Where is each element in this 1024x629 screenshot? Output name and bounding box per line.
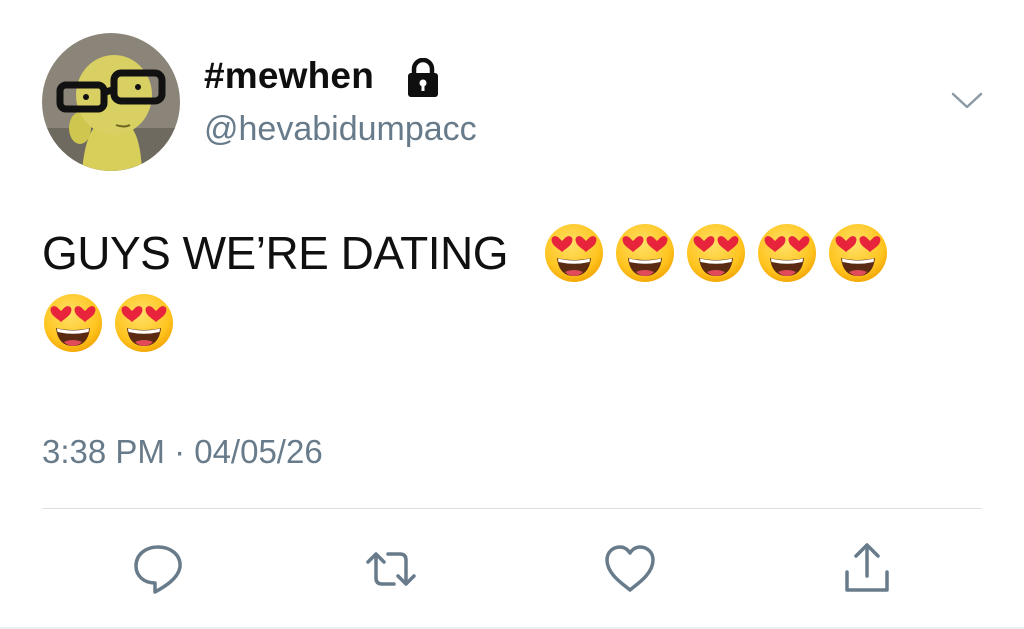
- lock-icon: [408, 58, 438, 97]
- tweet-text-content: GUYS WE’RE DATING: [42, 226, 509, 279]
- avatar-image: [42, 33, 180, 171]
- heart-eyes-emoji-icon: [113, 292, 175, 354]
- tweet-text: GUYS WE’RE DATING: [42, 214, 962, 354]
- heart-eyes-emoji-icon: [685, 222, 747, 284]
- heart-eyes-emoji-icon: [756, 222, 818, 284]
- avatar[interactable]: [42, 33, 180, 171]
- heart-eyes-emoji-icon: [42, 292, 104, 354]
- handle[interactable]: @hevabidumpacc: [204, 108, 477, 150]
- tweet-line-1: GUYS WE’RE DATING: [42, 214, 962, 284]
- share-icon[interactable]: [838, 540, 896, 598]
- heart-eyes-emoji-icon: [614, 222, 676, 284]
- heart-eyes-emoji-icon: [543, 222, 605, 284]
- retweet-icon[interactable]: [362, 540, 420, 598]
- tweet-line-2: [42, 284, 962, 354]
- chevron-down-icon[interactable]: [948, 84, 986, 116]
- heart-icon[interactable]: [601, 540, 659, 598]
- comment-icon[interactable]: [129, 540, 187, 598]
- divider: [42, 508, 982, 509]
- heart-eyes-emoji-icon: [827, 222, 889, 284]
- tweet-timestamp[interactable]: 3:38 PM · 04/05/26: [42, 428, 323, 476]
- display-name[interactable]: #mewhen: [204, 54, 374, 98]
